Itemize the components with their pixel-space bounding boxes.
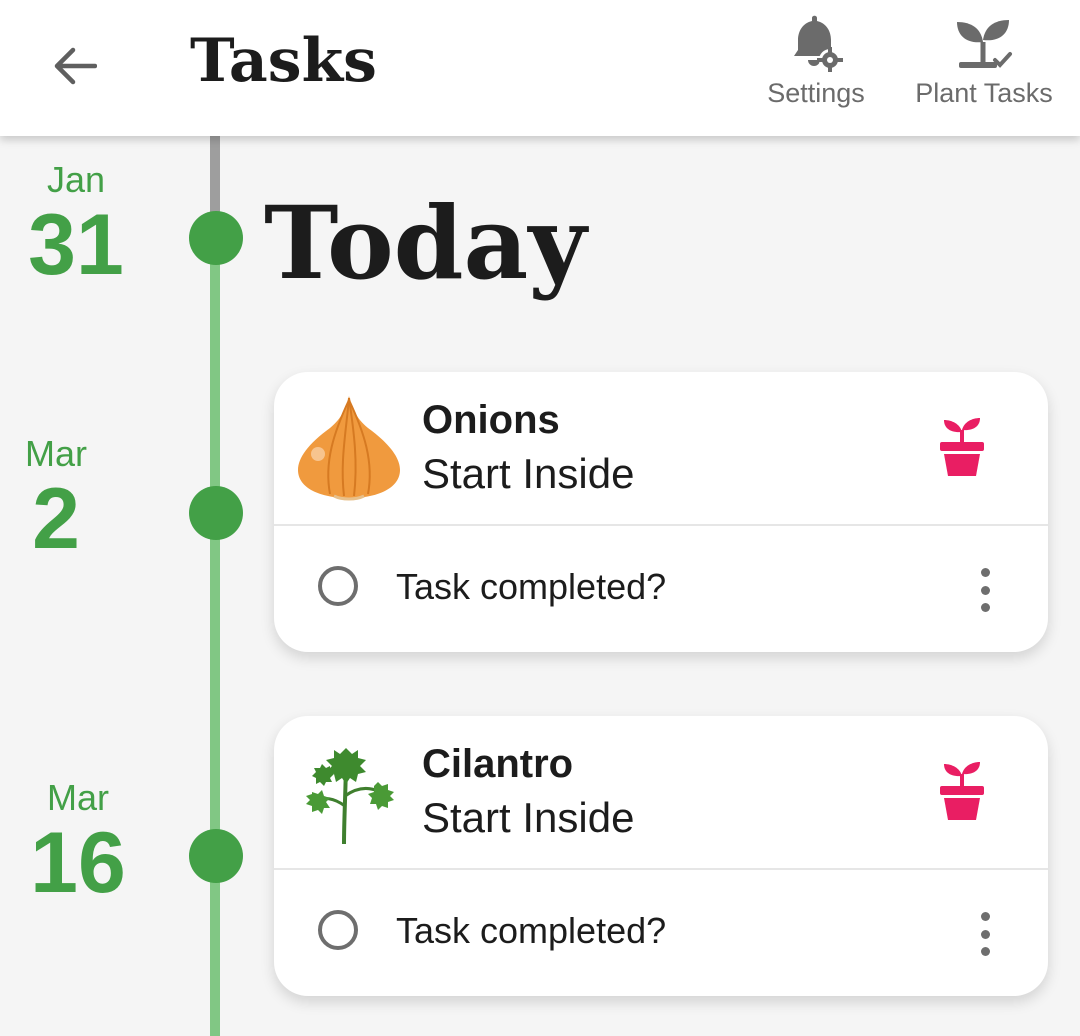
date-day: 16 (30, 815, 126, 911)
task-complete-radio[interactable] (318, 566, 358, 606)
task-complete-label[interactable]: Task completed? (396, 910, 666, 952)
timeline-line (210, 238, 220, 1036)
timeline-date: Jan 31 (20, 159, 132, 293)
app-bar: Tasks Settings Plant Tasks (0, 0, 1080, 136)
task-type: Start Inside (422, 794, 635, 841)
plant-tasks-label: Plant Tasks (915, 78, 1053, 108)
task-card[interactable]: Onions Start Inside Task completed? (274, 372, 1048, 652)
today-heading: Today (264, 184, 587, 302)
cilantro-icon (306, 748, 394, 845)
plant-name: Cilantro (422, 742, 574, 786)
page-title: Tasks (190, 26, 377, 96)
settings-button[interactable]: Settings (762, 14, 870, 109)
timeline-dot (189, 211, 243, 265)
card-divider (274, 868, 1048, 870)
more-options-icon[interactable] (970, 912, 1000, 956)
task-complete-radio[interactable] (318, 910, 358, 950)
arrow-back-icon (54, 47, 97, 85)
bell-gear-icon (794, 15, 843, 72)
plant-name: Onions (422, 398, 560, 442)
date-month: Mar (25, 433, 87, 474)
date-month: Jan (46, 159, 106, 200)
card-divider (274, 524, 1048, 526)
timeline-date: Mar 16 (18, 777, 138, 911)
pot-sprout-icon (940, 418, 984, 476)
plant-check-icon (957, 20, 1012, 68)
settings-label: Settings (767, 78, 865, 108)
task-type: Start Inside (422, 450, 635, 497)
date-day: 2 (32, 471, 80, 567)
timeline-dot (189, 829, 243, 883)
task-card[interactable]: Cilantro Start Inside Task completed? (274, 716, 1048, 996)
pot-sprout-icon (940, 762, 984, 820)
plant-tasks-button[interactable]: Plant Tasks (908, 14, 1060, 109)
timeline-date: Mar 2 (8, 433, 104, 567)
date-day: 31 (28, 197, 124, 293)
more-options-icon[interactable] (970, 568, 1000, 612)
timeline-dot (189, 486, 243, 540)
tasks-screen: Tasks Settings Plant Tasks Jan 31 Mar 2 … (0, 0, 1080, 1036)
onion-icon (298, 396, 400, 501)
date-month: Mar (47, 777, 109, 818)
task-complete-label[interactable]: Task completed? (396, 566, 666, 608)
back-button[interactable] (44, 36, 104, 96)
